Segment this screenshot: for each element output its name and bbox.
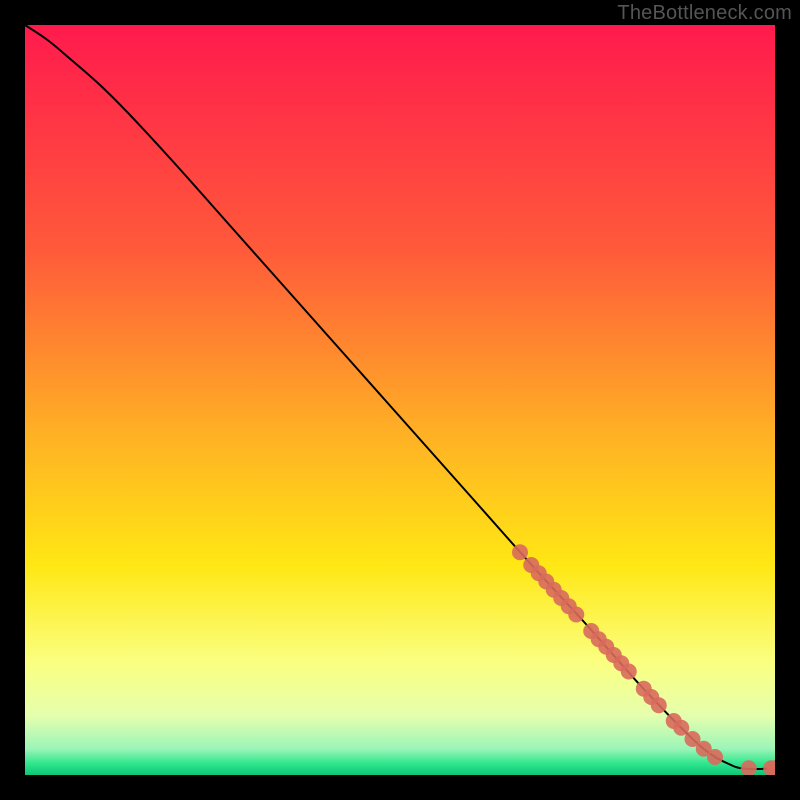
chart-svg <box>25 25 775 775</box>
chart-frame: TheBottleneck.com <box>0 0 800 800</box>
watermark-text: TheBottleneck.com <box>617 2 792 25</box>
scatter-point <box>621 664 637 680</box>
scatter-point <box>512 544 528 560</box>
chart-plot-area <box>25 25 775 775</box>
chart-background <box>25 25 775 775</box>
scatter-point <box>568 607 584 623</box>
scatter-point <box>651 697 667 713</box>
scatter-point <box>707 749 723 765</box>
